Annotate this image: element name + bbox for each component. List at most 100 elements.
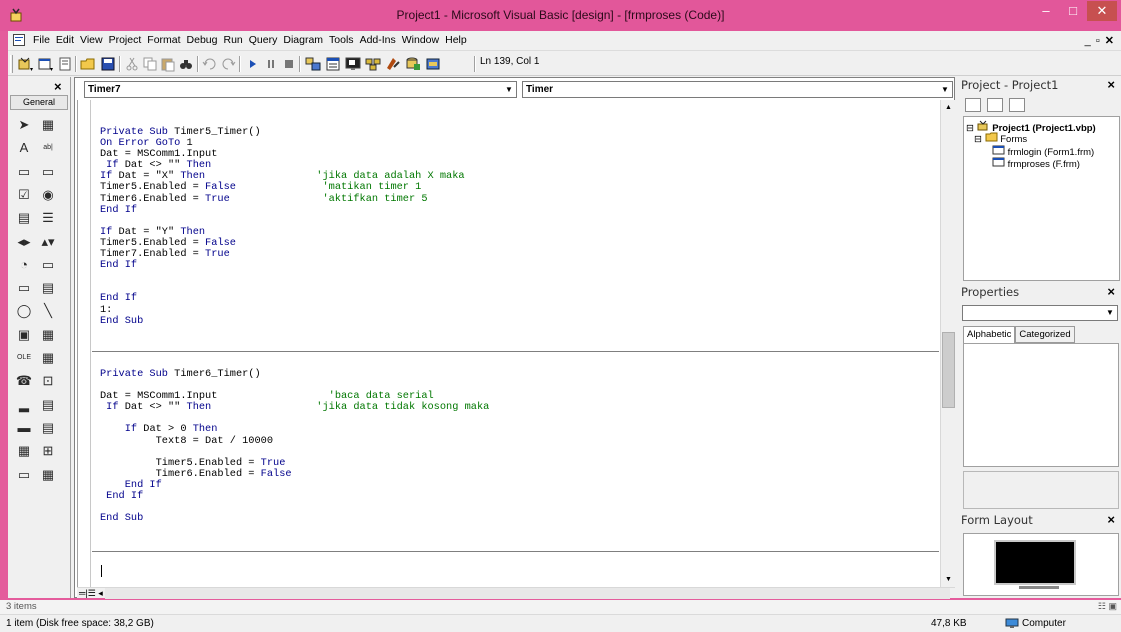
procedure-combo[interactable]: Timer ▼ [522,81,953,98]
mdi-window-controls[interactable]: _ ▫ ✕ [1085,34,1115,47]
form-layout-area[interactable] [963,533,1119,596]
timer6-procedure-code[interactable]: Private Sub Timer6_Timer() Dat = MSComm1… [100,368,489,524]
menu-help[interactable]: Help [442,34,470,46]
code-line[interactable]: If Dat <> "" Then 'jika data tidak koson… [100,402,489,413]
properties-panel-close-button[interactable]: × [1107,284,1115,299]
code-line[interactable]: Timer7.Enabled = True [100,248,465,260]
code-line[interactable]: End Sub [100,315,465,327]
scroll-down-icon[interactable]: ▼ [942,573,955,586]
listview-icon[interactable]: ▤ [38,395,58,415]
toolbar-grip[interactable] [10,55,13,73]
code-line[interactable]: Text8 = Dat / 10000 [100,435,489,447]
scroll-up-icon[interactable]: ▲ [942,101,955,114]
mdi-restore-icon[interactable]: ▫ [1096,35,1101,47]
picturebox-icon[interactable]: ▦ [38,115,58,135]
timer-icon[interactable]: ◔ [14,255,34,275]
code-line[interactable] [100,271,465,282]
project-panel-close-button[interactable]: × [1107,77,1115,92]
start-icon[interactable] [244,55,262,73]
mdi-minimize-icon[interactable]: _ [1085,35,1092,47]
mscomm-icon[interactable]: ☎ [14,371,34,391]
tree-node-forms[interactable]: ⊟ Forms [974,132,1027,145]
tree-node-form[interactable]: frmproses (F.frm) [992,157,1080,170]
commandbutton-icon[interactable]: ▭ [38,162,58,182]
break-icon[interactable] [262,55,280,73]
code-vertical-scrollbar[interactable]: ▲ ▼ [940,100,955,587]
menu-tools[interactable]: Tools [326,34,357,46]
code-editor[interactable]: Private Sub Timer5_Timer() On Error GoTo … [77,100,939,587]
code-line[interactable] [100,282,465,293]
image-icon[interactable]: ▣ [14,325,34,345]
cut-icon[interactable] [123,55,141,73]
properties-object-combo[interactable]: ▼ [962,305,1118,321]
filelistbox-icon[interactable]: ▤ [38,278,58,298]
scroll-thumb[interactable] [942,332,955,408]
adodc-icon[interactable]: ▦ [38,348,58,368]
toolbar-icon[interactable]: ▬ [14,418,34,438]
open-project-icon[interactable] [79,55,97,73]
imagelist-icon[interactable]: ▦ [14,441,34,461]
line-icon[interactable]: ╲ [38,301,58,321]
treeview-icon[interactable]: ▤ [38,418,58,438]
monitor-preview[interactable] [994,540,1076,585]
code-line[interactable]: End If [100,204,465,216]
code-line[interactable] [100,502,489,513]
optionbutton-icon[interactable]: ◉ [38,185,58,205]
save-project-icon[interactable] [99,55,117,73]
view-object-icon[interactable] [987,98,1003,112]
combobox-icon[interactable]: ▤ [14,208,34,228]
menu-edit[interactable]: Edit [53,34,77,46]
object-combo[interactable]: Timer7 ▼ [84,81,517,98]
toggle-folders-icon[interactable] [1009,98,1025,112]
view-toggle-icons[interactable]: ☷ ▣ [1098,601,1117,612]
paste-icon[interactable] [159,55,177,73]
frame-icon[interactable]: ▭ [14,162,34,182]
properties-window-icon[interactable] [324,55,342,73]
chevron-down-icon[interactable]: ▼ [938,82,952,97]
close-button[interactable]: ✕ [1087,1,1117,21]
statusbar-icon[interactable]: ▂ [14,395,34,415]
menu-diagram[interactable]: Diagram [280,34,326,46]
hscrollbar-icon[interactable]: ◂▸ [14,232,34,252]
component-manager-icon[interactable] [424,55,442,73]
code-line[interactable]: 1: [100,304,465,316]
chevron-down-icon[interactable]: ▼ [1103,306,1117,320]
menu-file[interactable]: File [30,34,53,46]
code-line[interactable]: End If [100,293,465,304]
label-icon[interactable]: A [14,138,34,158]
redo-icon[interactable] [219,55,237,73]
data-icon[interactable]: ▦ [38,325,58,345]
menu-debug[interactable]: Debug [184,34,221,46]
toolbox-close-button[interactable]: × [54,79,62,94]
mdi-close-icon[interactable]: ✕ [1105,35,1115,47]
drivelistbox-icon[interactable]: ▭ [38,255,58,275]
code-line[interactable]: Private Sub Timer6_Timer() [100,368,489,380]
dirlistbox-icon[interactable]: ▭ [14,278,34,298]
copy-icon[interactable] [141,55,159,73]
code-horizontal-scrollbar[interactable] [105,588,950,599]
menu-project[interactable]: Project [106,34,145,46]
tab-alphabetic[interactable]: Alphabetic [963,326,1016,343]
checkbox-icon[interactable]: ☑ [14,185,34,205]
properties-grid[interactable] [963,343,1119,467]
menu-window[interactable]: Window [399,34,442,46]
form-layout-icon[interactable] [344,55,362,73]
menu-run[interactable]: Run [221,34,246,46]
code-line[interactable]: Timer6.Enabled = True 'aktifkan timer 5 [100,193,465,205]
menu-editor-icon[interactable] [56,55,74,73]
undo-icon[interactable] [201,55,219,73]
menu-addins[interactable]: Add-Ins [357,34,399,46]
ole-icon[interactable]: OLE [14,348,34,368]
form-layout-panel-close-button[interactable]: × [1107,512,1115,527]
object-browser-icon[interactable] [364,55,382,73]
tab-categorized[interactable]: Categorized [1015,326,1075,343]
toolbox-icon[interactable] [384,55,402,73]
chevron-down-icon[interactable]: ▼ [502,82,516,97]
winsock-icon[interactable]: ⊞ [38,441,58,461]
listbox-icon[interactable]: ☰ [38,208,58,228]
toolbox-general-tab[interactable]: General [10,95,68,110]
menu-view[interactable]: View [77,34,106,46]
menu-format[interactable]: Format [144,34,183,46]
project-explorer-icon[interactable] [304,55,322,73]
minimize-button[interactable]: – [1033,1,1059,21]
